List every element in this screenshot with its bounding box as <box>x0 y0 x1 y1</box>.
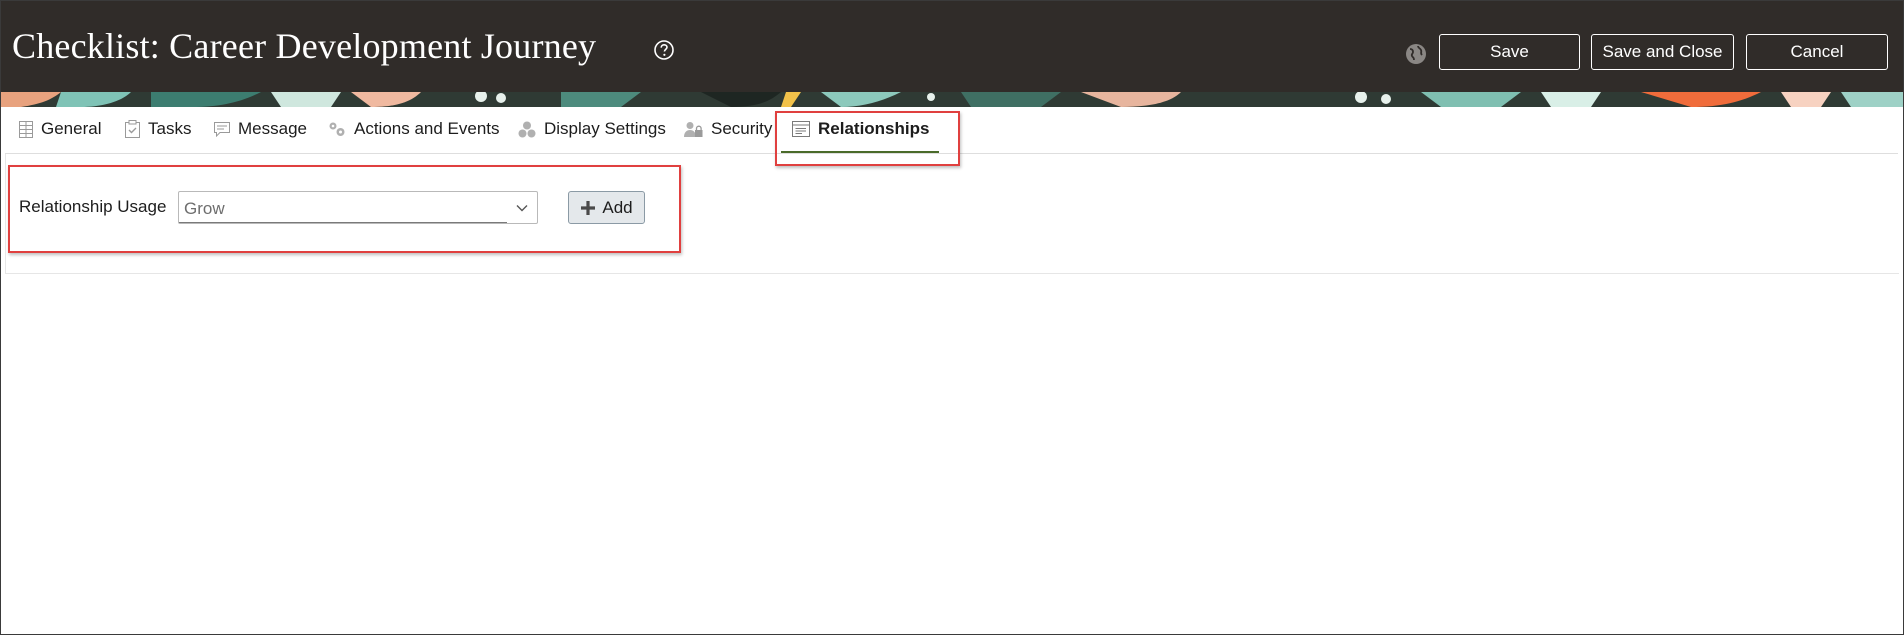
gears-icon <box>329 122 345 136</box>
save-button[interactable]: Save <box>1439 34 1580 70</box>
tab-label: Tasks <box>148 119 192 138</box>
tab-label: Display Settings <box>544 119 666 138</box>
help-circle-icon[interactable] <box>653 39 675 61</box>
page-title: Checklist: Career Development Journey <box>12 26 597 66</box>
decorative-banner <box>1 92 1903 107</box>
highlight-box-tab <box>775 111 960 166</box>
speech-bubble-icon <box>214 121 230 137</box>
tab-message[interactable]: Message <box>214 107 307 151</box>
page-header: Checklist: Career Development Journey Sa… <box>1 1 1903 92</box>
user-lock-icon <box>684 121 703 137</box>
highlight-box-form <box>8 165 681 253</box>
tab-actions-and-events[interactable]: Actions and Events <box>328 107 500 151</box>
circles-icon <box>518 121 536 137</box>
tab-label: General <box>41 119 102 138</box>
tab-label: Security <box>711 119 773 138</box>
cancel-button[interactable]: Cancel <box>1746 34 1888 70</box>
tab-display-settings[interactable]: Display Settings <box>518 107 666 151</box>
globe-icon[interactable] <box>1405 43 1427 65</box>
tab-security[interactable]: Security <box>684 107 772 151</box>
grid-icon <box>19 120 33 138</box>
clipboard-check-icon <box>125 120 140 138</box>
tab-label: Message <box>238 119 307 138</box>
tab-tasks[interactable]: Tasks <box>125 107 191 151</box>
save-and-close-button[interactable]: Save and Close <box>1591 34 1734 70</box>
tab-general[interactable]: General <box>19 107 101 151</box>
tab-label: Actions and Events <box>354 119 500 138</box>
